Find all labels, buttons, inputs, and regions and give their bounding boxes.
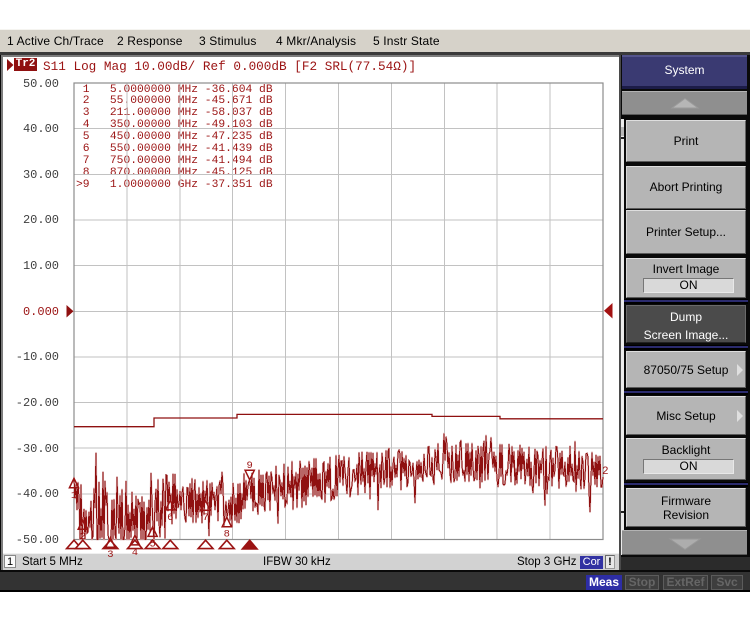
svg-text:8: 8 (224, 529, 230, 541)
svg-text:3: 3 (107, 549, 113, 561)
svg-text:2: 2 (80, 531, 86, 543)
svg-text:1: 1 (71, 490, 77, 502)
svg-text:2: 2 (602, 466, 609, 478)
svg-text:6: 6 (167, 512, 173, 524)
svg-text:5: 5 (149, 538, 155, 550)
svg-text:4: 4 (132, 547, 138, 559)
svg-text:7: 7 (202, 512, 208, 524)
